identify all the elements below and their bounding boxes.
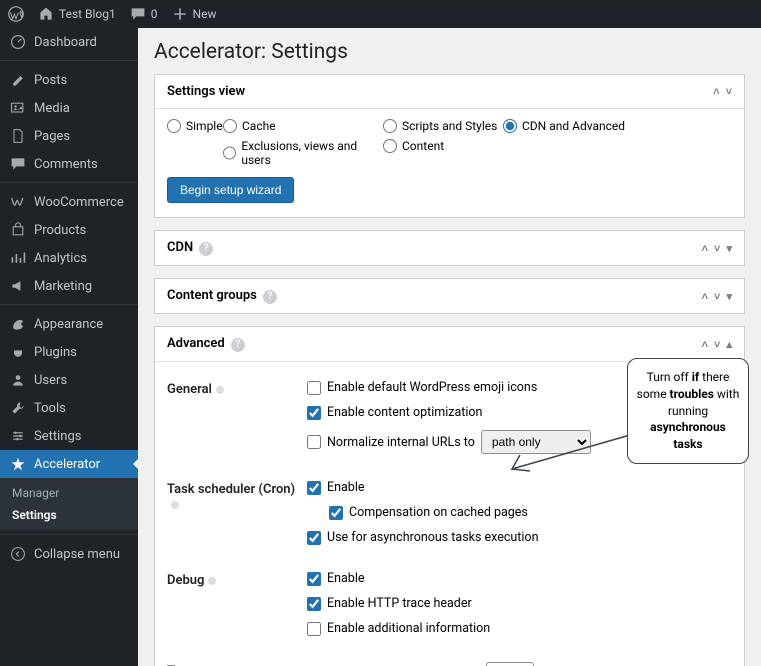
chevron-up-icon[interactable]: ˄ xyxy=(702,242,708,255)
panel-head-settings-view[interactable]: Settings view ˄ ˅ xyxy=(155,75,744,108)
caret-down-icon[interactable]: ▾ xyxy=(726,242,732,255)
submenu-manager[interactable]: Manager xyxy=(0,482,138,504)
section-test: Test xyxy=(167,662,307,666)
site-name-text: Test Blog1 xyxy=(59,7,116,21)
opt-cron-compensation[interactable]: Compensation on cached pages xyxy=(329,505,732,520)
sidebar-label: Comments xyxy=(34,157,98,172)
sidebar-label: Users xyxy=(34,373,67,388)
sidebar-item-products[interactable]: Products xyxy=(0,216,138,244)
view-cache[interactable]: Cache xyxy=(223,119,383,133)
submenu-settings[interactable]: Settings xyxy=(0,504,138,526)
site-name[interactable]: Test Blog1 xyxy=(38,6,116,22)
chevron-up-icon[interactable]: ˄ xyxy=(702,290,708,303)
panel-settings-view: Settings view ˄ ˅ Simple Cache Exclusions… xyxy=(154,74,745,218)
opt-test-delay: Content generation delay of second(s) xyxy=(307,662,732,666)
view-scripts[interactable]: Scripts and Styles xyxy=(383,119,503,133)
view-cdn-advanced[interactable]: CDN and Advanced xyxy=(503,119,653,133)
main-content: Accelerator: Settings Settings view ˄ ˅ S… xyxy=(138,28,761,666)
caret-up-icon[interactable]: ▴ xyxy=(726,338,732,351)
accelerator-submenu: Manager Settings xyxy=(0,478,138,530)
sidebar-label: Pages xyxy=(34,129,70,144)
help-icon[interactable]: ? xyxy=(199,242,213,256)
new-content[interactable]: New xyxy=(172,6,217,22)
chevron-down-icon[interactable]: ˅ xyxy=(714,290,720,303)
sidebar-label: Posts xyxy=(34,73,67,88)
comments-count[interactable]: 0 xyxy=(130,6,158,22)
panel-title: Advanced xyxy=(167,336,225,351)
sidebar-label: Plugins xyxy=(34,345,77,360)
sidebar-item-pages[interactable]: Pages xyxy=(0,122,138,150)
panel-head-cdn[interactable]: CDN? ˄ ˅ ▾ xyxy=(155,231,744,265)
sidebar-item-tools[interactable]: Tools xyxy=(0,394,138,422)
collapse-label: Collapse menu xyxy=(34,547,120,562)
panel-head-content-groups[interactable]: Content groups? ˄ ˅ ▾ xyxy=(155,279,744,313)
panel-cdn: CDN? ˄ ˅ ▾ xyxy=(154,230,745,266)
sidebar-item-users[interactable]: Users xyxy=(0,366,138,394)
sidebar-item-dashboard[interactable]: Dashboard xyxy=(0,28,138,56)
chevron-up-icon[interactable]: ˄ xyxy=(702,338,708,351)
page-title: Accelerator: Settings xyxy=(154,40,745,64)
sidebar-label: Settings xyxy=(34,429,81,444)
help-icon[interactable]: ? xyxy=(263,290,277,304)
sidebar-label: Marketing xyxy=(34,279,92,294)
sidebar-item-accelerator[interactable]: Accelerator xyxy=(0,450,138,478)
panel-content-groups: Content groups? ˄ ˅ ▾ xyxy=(154,278,745,314)
help-icon[interactable]: ? xyxy=(231,338,245,352)
opt-cron-enable[interactable]: Enable xyxy=(307,480,732,495)
opt-cron-async[interactable]: Use for asynchronous tasks execution xyxy=(307,530,732,545)
sidebar-item-posts[interactable]: Posts xyxy=(0,66,138,94)
sidebar-label: WooCommerce xyxy=(34,195,124,210)
comments-count-text: 0 xyxy=(151,7,158,21)
test-delay-input[interactable] xyxy=(486,662,534,666)
wp-logo[interactable] xyxy=(8,6,24,22)
caret-down-icon[interactable]: ▾ xyxy=(726,290,732,303)
view-simple[interactable]: Simple xyxy=(167,119,223,133)
opt-debug-additional[interactable]: Enable additional information xyxy=(307,621,732,636)
admin-sidebar: Dashboard Posts Media Pages Comments Woo… xyxy=(0,28,138,666)
callout-pointer-icon xyxy=(502,415,632,475)
sidebar-item-analytics[interactable]: Analytics xyxy=(0,244,138,272)
sidebar-item-comments[interactable]: Comments xyxy=(0,150,138,178)
sidebar-label: Products xyxy=(34,223,86,238)
section-general: General xyxy=(167,380,307,454)
sidebar-label: Appearance xyxy=(34,317,103,332)
collapse-menu[interactable]: Collapse menu xyxy=(0,540,138,568)
opt-debug-enable[interactable]: Enable xyxy=(307,571,732,586)
sidebar-item-marketing[interactable]: Marketing xyxy=(0,272,138,300)
sidebar-label: Analytics xyxy=(34,251,87,266)
view-content[interactable]: Content xyxy=(383,139,503,153)
opt-debug-trace[interactable]: Enable HTTP trace header xyxy=(307,596,732,611)
chevron-up-icon[interactable]: ˄ xyxy=(713,85,719,98)
sidebar-label: Media xyxy=(34,101,70,116)
sidebar-label: Dashboard xyxy=(34,35,97,50)
section-debug: Debug xyxy=(167,571,307,636)
section-cron: Task scheduler (Cron) xyxy=(167,480,307,545)
sidebar-item-plugins[interactable]: Plugins xyxy=(0,338,138,366)
panel-title: Settings view xyxy=(167,84,245,99)
panel-title: CDN xyxy=(167,240,193,255)
panel-head-advanced[interactable]: Advanced? ˄ ˅ ▴ xyxy=(155,327,744,361)
normalize-checkbox[interactable] xyxy=(307,435,321,449)
sidebar-item-media[interactable]: Media xyxy=(0,94,138,122)
chevron-down-icon[interactable]: ˅ xyxy=(726,85,732,98)
sidebar-item-appearance[interactable]: Appearance xyxy=(0,310,138,338)
chevron-down-icon[interactable]: ˅ xyxy=(714,242,720,255)
sidebar-item-woocommerce[interactable]: WooCommerce xyxy=(0,188,138,216)
chevron-down-icon[interactable]: ˅ xyxy=(714,338,720,351)
view-exclusions[interactable]: Exclusions, views and users xyxy=(223,139,383,167)
new-text: New xyxy=(193,7,217,21)
sidebar-label: Accelerator xyxy=(34,457,100,472)
panel-title: Content groups xyxy=(167,288,257,303)
sidebar-item-settings[interactable]: Settings xyxy=(0,422,138,450)
begin-setup-wizard-button[interactable]: Begin setup wizard xyxy=(167,177,294,203)
sidebar-label: Tools xyxy=(34,401,66,416)
annotation-callout: Turn off if there some troubles with run… xyxy=(627,358,749,464)
